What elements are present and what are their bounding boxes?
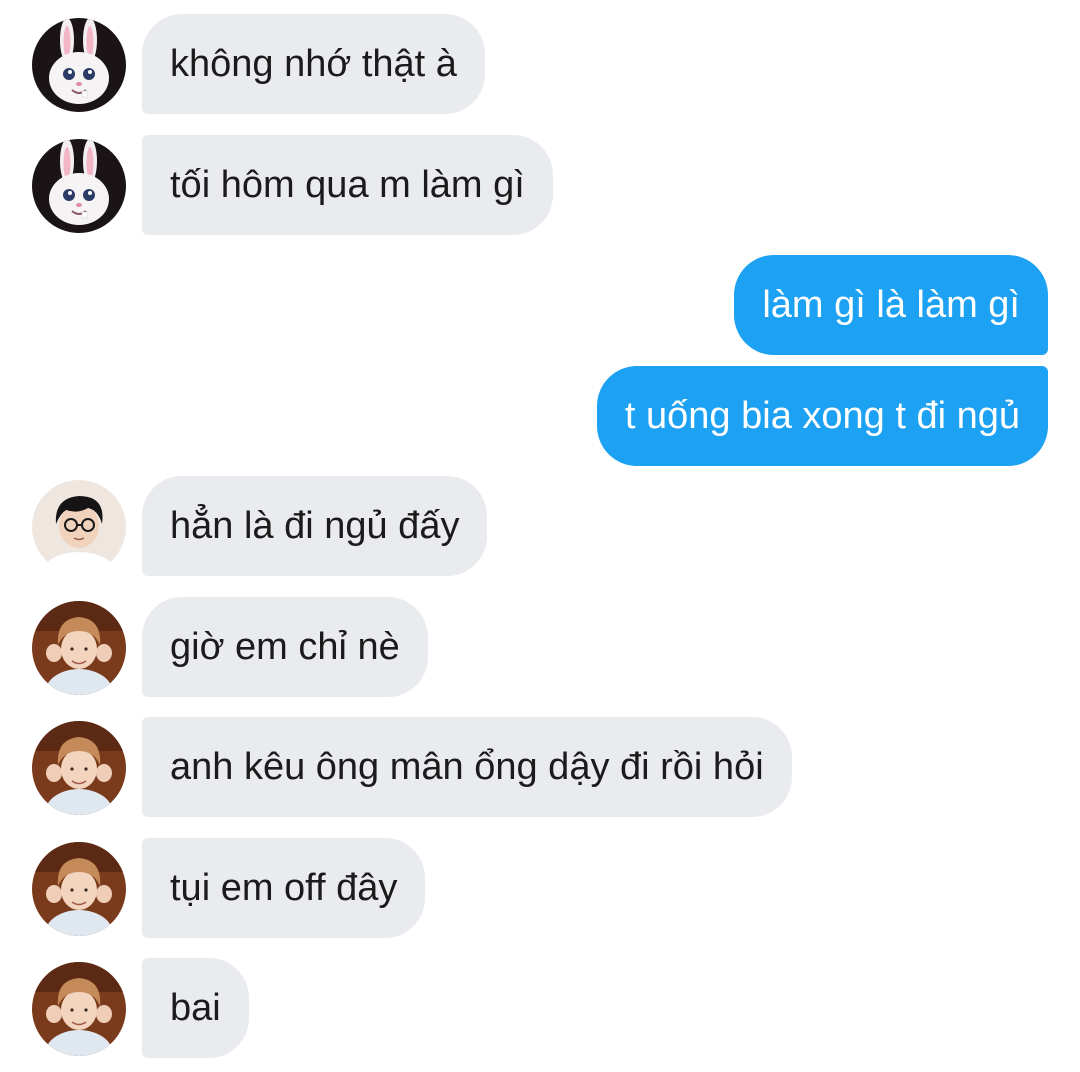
message-row: anh kêu ông mân ổng dậy đi rồi hỏi — [0, 717, 1080, 817]
heart-boy-avatar-icon — [32, 962, 126, 1056]
incoming-message-bubble[interactable]: hẳn là đi ngủ đấy — [142, 476, 488, 576]
heart-boy-avatar-icon — [32, 842, 126, 936]
avatar-bunny[interactable] — [32, 139, 126, 233]
bunny-avatar-icon — [32, 139, 126, 233]
avatar-heart-boy[interactable] — [32, 601, 126, 695]
heart-boy-avatar-icon — [32, 601, 126, 695]
message-row: giờ em chỉ nè — [0, 597, 1080, 697]
incoming-message-bubble[interactable]: anh kêu ông mân ổng dậy đi rồi hỏi — [142, 717, 792, 817]
incoming-message-bubble[interactable]: tối hôm qua m làm gì — [142, 135, 553, 235]
message-text: tụi em off đây — [170, 866, 398, 909]
avatar-heart-boy[interactable] — [32, 962, 126, 1056]
avatar-heart-boy[interactable] — [32, 721, 126, 815]
avatar-glasses-boy[interactable] — [32, 480, 126, 574]
avatar-bunny[interactable] — [32, 18, 126, 112]
message-text: làm gì là làm gì — [762, 283, 1020, 326]
outgoing-message-bubble[interactable]: làm gì là làm gì — [734, 255, 1048, 355]
message-text: anh kêu ông mân ổng dậy đi rồi hỏi — [170, 745, 764, 788]
bunny-avatar-icon — [32, 18, 126, 112]
message-text: t uống bia xong t đi ngủ — [624, 394, 1020, 437]
message-row: tụi em off đây — [0, 838, 1080, 938]
glasses-boy-avatar-icon — [32, 480, 126, 574]
avatar-heart-boy[interactable] — [32, 842, 126, 936]
incoming-message-bubble[interactable]: bai — [142, 958, 249, 1058]
outgoing-message-bubble[interactable]: t uống bia xong t đi ngủ — [596, 366, 1048, 466]
incoming-message-bubble[interactable]: không nhớ thật à — [142, 14, 485, 114]
heart-boy-avatar-icon — [32, 721, 126, 815]
message-row: không nhớ thật à — [0, 14, 1080, 114]
message-text: không nhớ thật à — [170, 42, 457, 85]
incoming-message-bubble[interactable]: tụi em off đây — [142, 838, 426, 938]
message-text: tối hôm qua m làm gì — [170, 163, 525, 206]
message-text: bai — [170, 986, 221, 1029]
message-row: tối hôm qua m làm gì — [0, 135, 1080, 235]
message-text: hẳn là đi ngủ đấy — [170, 504, 460, 547]
message-row: hẳn là đi ngủ đấy — [0, 476, 1080, 576]
message-row: làm gì là làm gì — [0, 255, 1080, 355]
message-text: giờ em chỉ nè — [170, 625, 400, 668]
message-row: bai — [0, 958, 1080, 1058]
message-row: t uống bia xong t đi ngủ — [0, 366, 1080, 466]
incoming-message-bubble[interactable]: giờ em chỉ nè — [142, 597, 428, 697]
